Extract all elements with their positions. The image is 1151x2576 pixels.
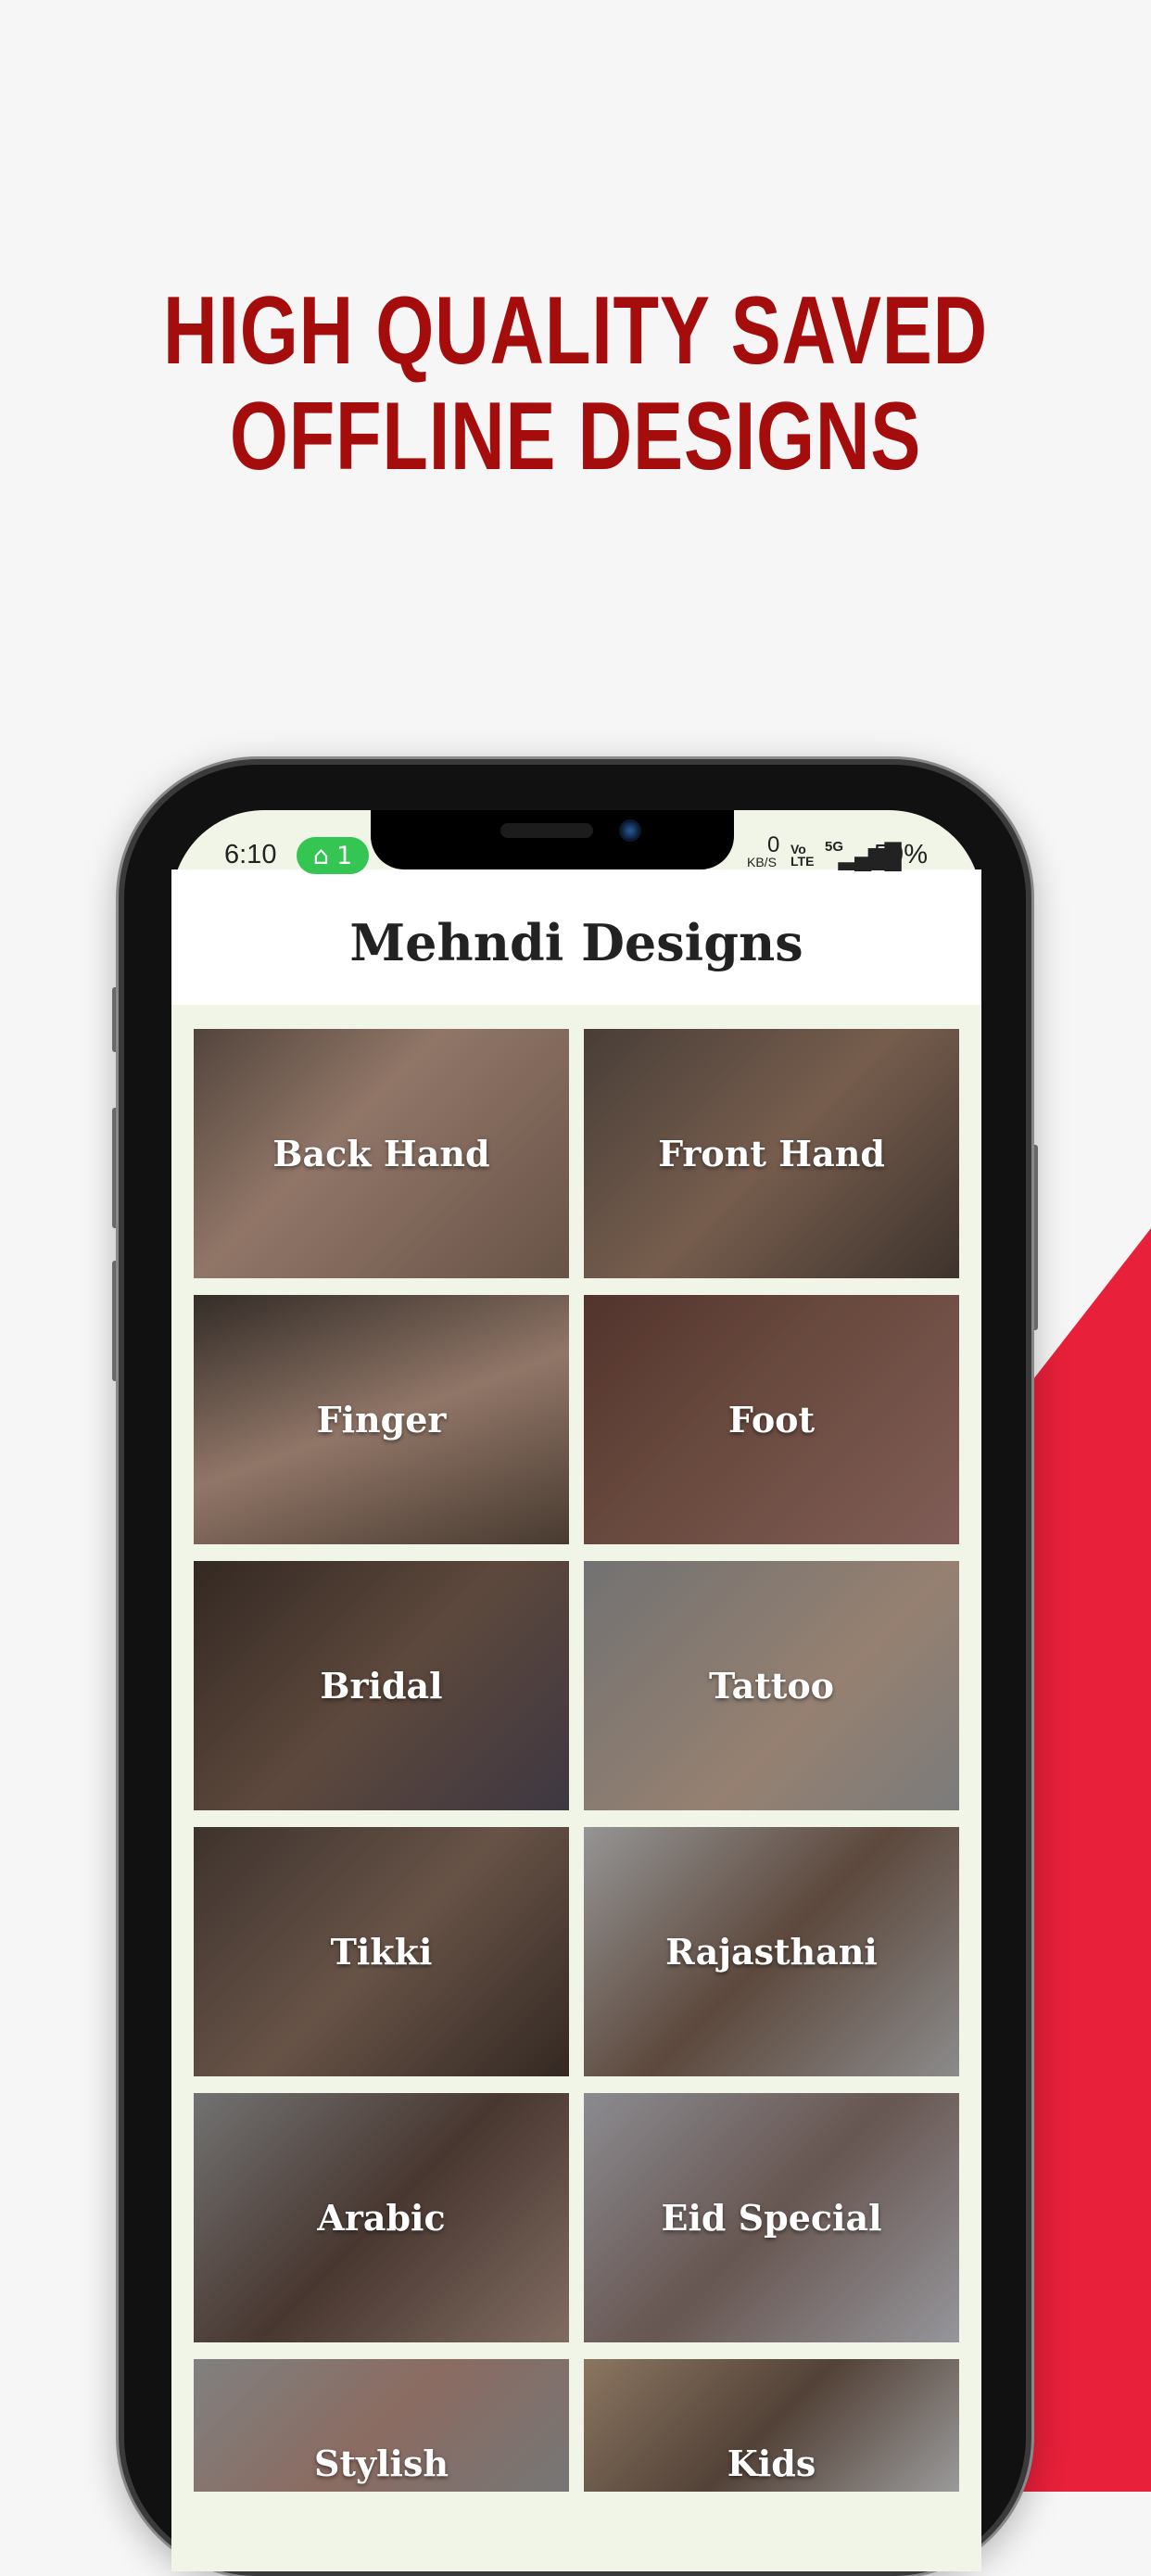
category-label: Tattoo [708,1665,835,1707]
category-label: Kids [727,2443,816,2484]
hotspot-icon: ⌂ [312,841,329,870]
category-label: Tikki [330,1931,433,1973]
category-tile-tikki[interactable]: Tikki [194,1827,569,2076]
category-label: Foot [727,1399,816,1440]
battery-percent: 59% [874,840,929,869]
category-label: Finger [316,1399,447,1440]
category-tile-finger[interactable]: Finger [194,1295,569,1544]
category-label: Rajasthani [665,1931,878,1973]
category-tile-foot[interactable]: Foot [584,1295,959,1544]
category-tile-back-hand[interactable]: Back Hand [194,1029,569,1278]
category-tile-rajasthani[interactable]: Rajasthani [584,1827,959,2076]
phone-notch [371,810,734,869]
category-label: Eid Special [661,2197,882,2239]
headline: HIGH QUALITY SAVED OFFLINE DESIGNS [127,278,1025,489]
category-label: Front Hand [658,1133,885,1174]
headline-line-1: HIGH QUALITY SAVED [163,277,988,385]
category-tile-tattoo[interactable]: Tattoo [584,1561,959,1810]
phone-power-button [1031,1145,1038,1330]
category-tile-front-hand[interactable]: Front Hand [584,1029,959,1278]
status-time: 6:10 [224,840,277,869]
category-tile-arabic[interactable]: Arabic [194,2093,569,2342]
category-label: Bridal [320,1665,443,1707]
app-title: Mehndi Designs [349,913,803,972]
volte-icon: Vo LTE [791,842,815,869]
front-camera [619,819,641,842]
category-tile-stylish[interactable]: Stylish [194,2359,569,2492]
category-label: Back Hand [272,1133,490,1174]
hotspot-count: 1 [335,841,353,870]
category-tile-bridal[interactable]: Bridal [194,1561,569,1810]
speed-unit: KB/S [747,855,777,869]
category-label: Stylish [314,2443,449,2484]
speaker-grille [500,823,593,838]
hotspot-pill: ⌂ 1 [297,837,369,874]
category-label: Arabic [317,2197,446,2239]
headline-line-2: OFFLINE DESIGNS [229,383,922,490]
category-tile-eid-special[interactable]: Eid Special [584,2093,959,2342]
category-tile-kids[interactable]: Kids [584,2359,959,2492]
